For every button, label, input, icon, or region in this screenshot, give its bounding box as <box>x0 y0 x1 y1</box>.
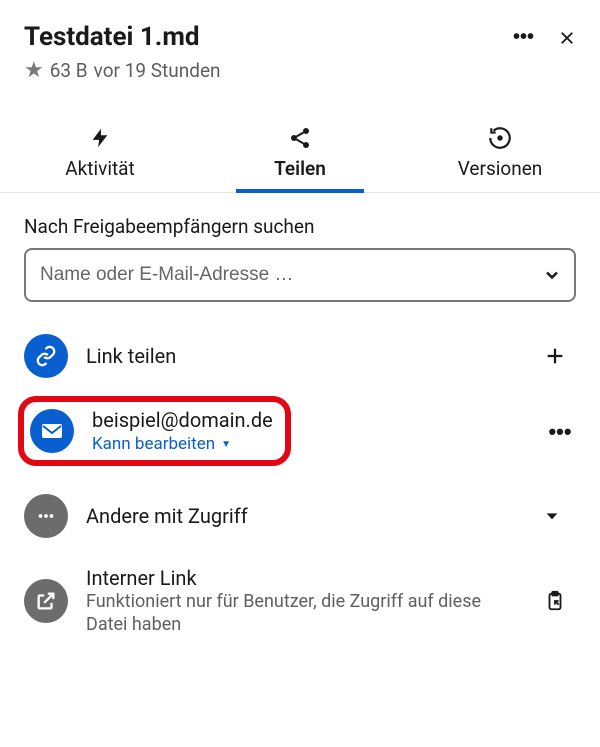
tab-activity-label: Aktivität <box>65 157 134 180</box>
link-icon <box>24 334 68 378</box>
copy-internal-link-button[interactable] <box>544 590 576 612</box>
page-title: Testdatei 1.md <box>24 22 513 52</box>
share-user-email: beispiel@domain.de <box>92 408 273 432</box>
highlighted-share-entry: beispiel@domain.de Kann bearbeiten ▼ <box>18 396 291 466</box>
others-access-label: Andere mit Zugriff <box>86 504 526 528</box>
tab-activity[interactable]: Aktivität <box>0 111 200 192</box>
history-icon <box>487 125 513 151</box>
tab-versions-label: Versionen <box>458 157 543 180</box>
file-size: 63 B <box>50 59 88 82</box>
search-field-wrap <box>24 248 576 302</box>
row-internal-link[interactable]: Interner Link Funktioniert nur für Benut… <box>24 552 576 651</box>
more-horizontal-icon <box>24 494 68 538</box>
plus-icon <box>544 345 566 367</box>
external-link-icon <box>24 579 68 623</box>
file-timeago: vor 19 Stunden <box>94 59 221 82</box>
dropdown-triangle-icon: ▼ <box>221 439 231 450</box>
row-others-access[interactable]: Andere mit Zugriff <box>24 480 576 552</box>
file-meta: ★ 63 B vor 19 Stunden <box>24 58 513 83</box>
add-link-button[interactable] <box>544 345 576 367</box>
mail-icon <box>30 409 74 453</box>
share-entry-more-button[interactable]: ••• <box>544 419 576 445</box>
tab-share[interactable]: Teilen <box>200 111 400 192</box>
search-input[interactable] <box>24 248 576 302</box>
caret-down-icon <box>544 508 560 524</box>
expand-others-button[interactable] <box>544 508 576 524</box>
internal-link-desc: Funktioniert nur für Benutzer, die Zugri… <box>86 590 526 637</box>
close-icon <box>558 29 576 47</box>
row-link-share[interactable]: Link teilen <box>24 320 576 392</box>
search-label: Nach Freigabeempfängern suchen <box>24 215 576 238</box>
share-icon <box>288 125 312 151</box>
star-icon[interactable]: ★ <box>24 58 44 83</box>
tabs: Aktivität Teilen Versionen <box>0 111 600 193</box>
link-share-label: Link teilen <box>86 344 526 368</box>
more-button[interactable]: ••• <box>513 26 534 49</box>
permission-label: Kann bearbeiten <box>92 434 215 454</box>
tab-versions[interactable]: Versionen <box>400 111 600 192</box>
internal-link-title: Interner Link <box>86 566 526 590</box>
clipboard-icon <box>544 590 566 612</box>
bolt-icon <box>89 125 111 151</box>
close-button[interactable] <box>558 29 576 47</box>
tab-share-label: Teilen <box>274 157 326 180</box>
permission-dropdown[interactable]: Kann bearbeiten ▼ <box>92 434 273 454</box>
